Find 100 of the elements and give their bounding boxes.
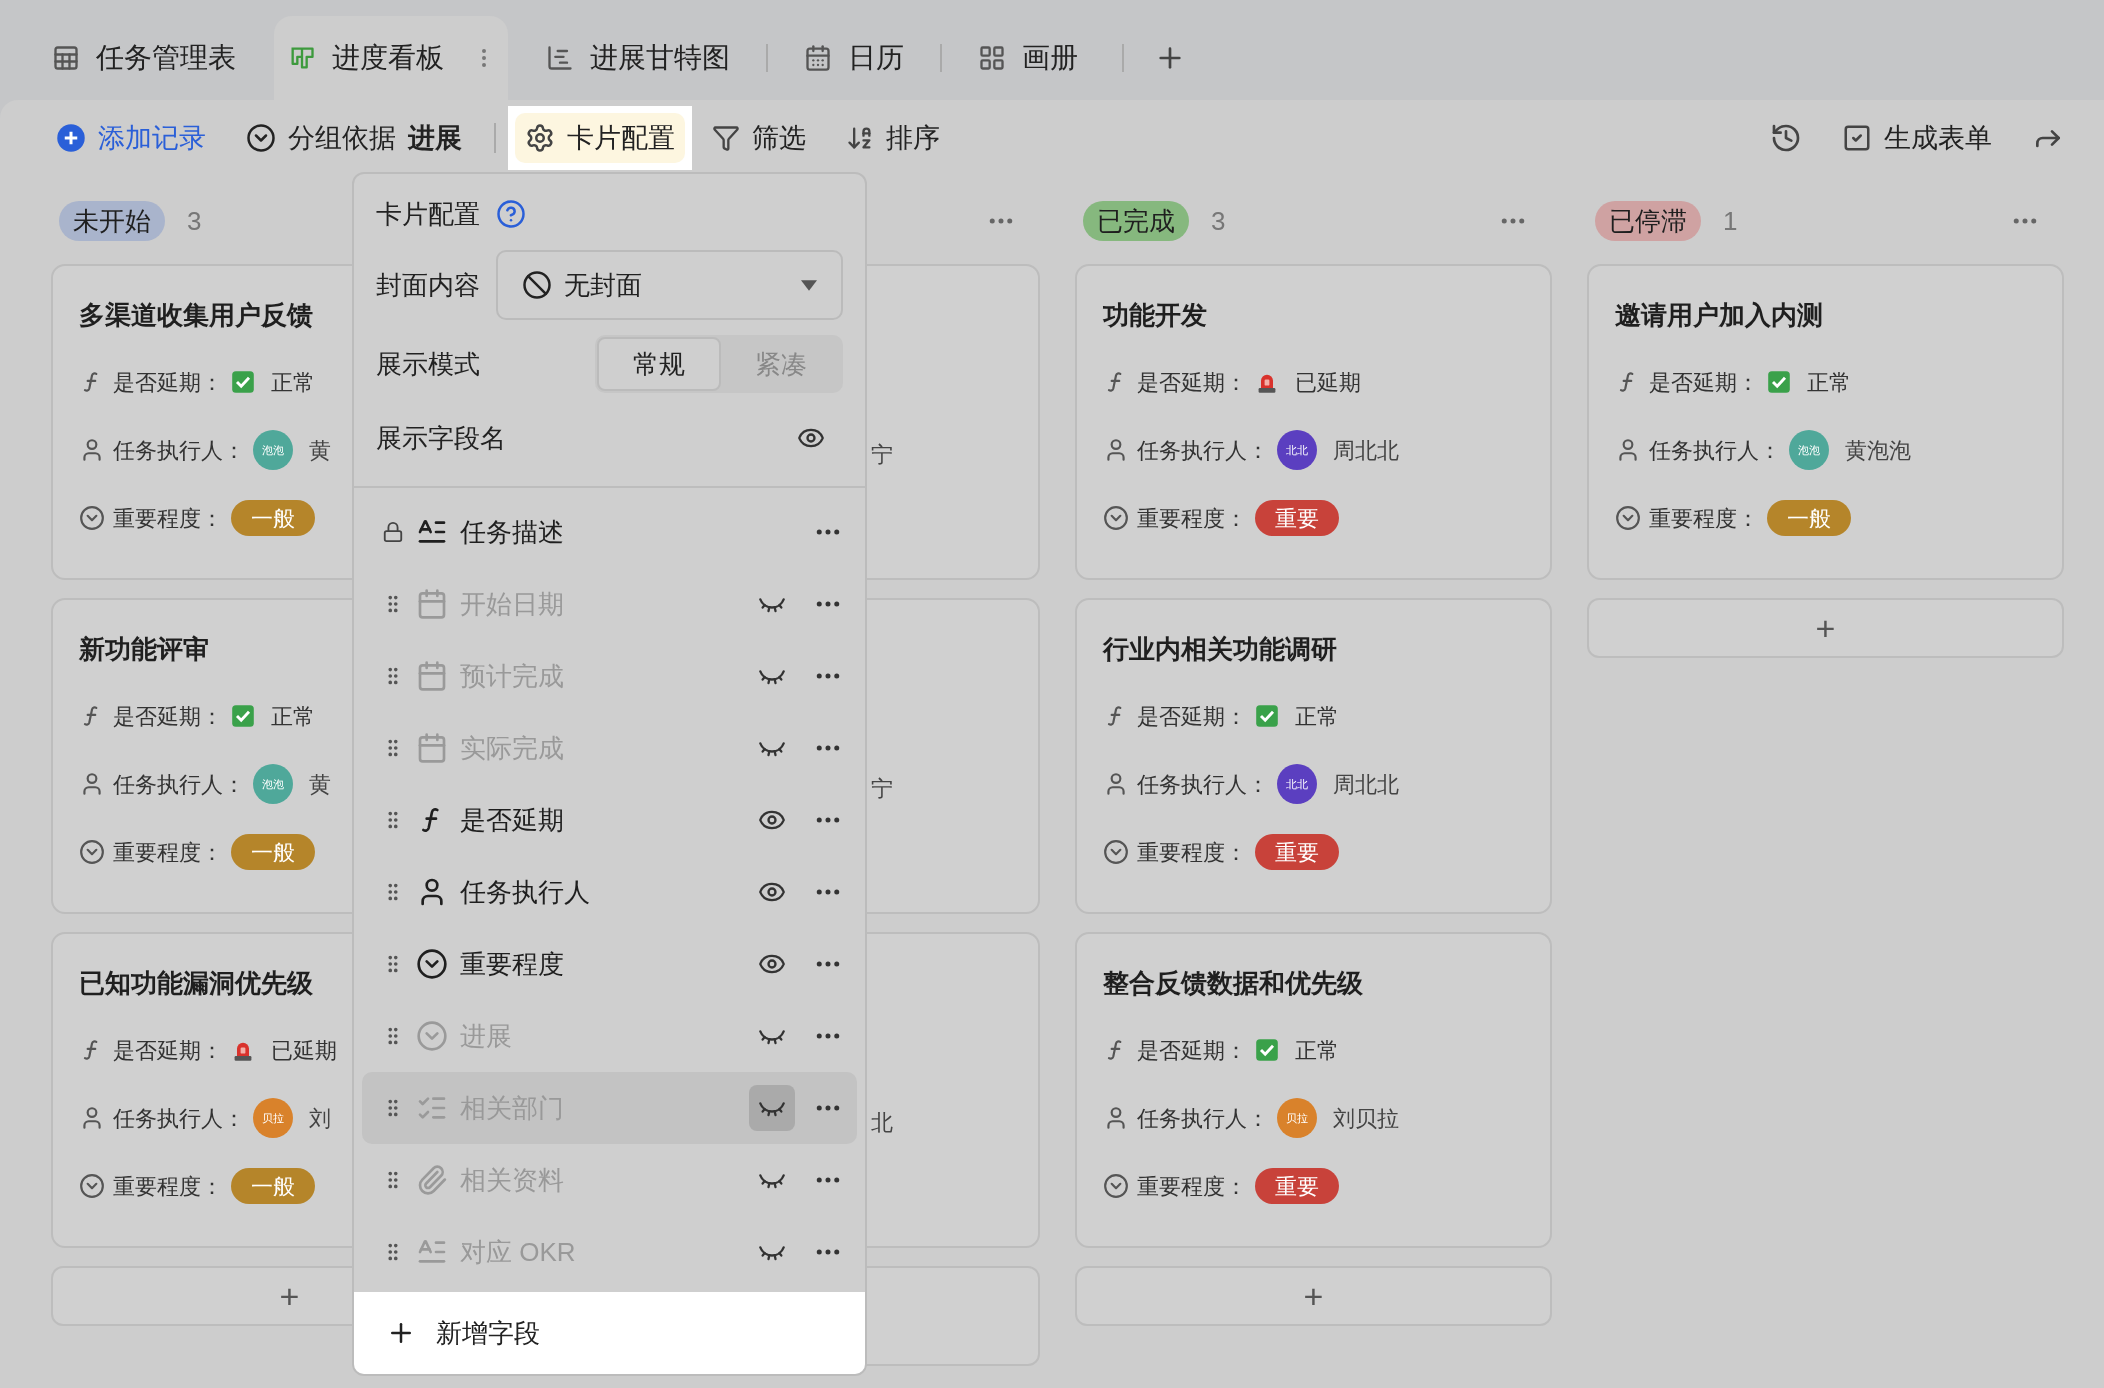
field-label: 任务执行人： xyxy=(1137,770,1269,799)
avatar: 贝拉 xyxy=(253,1098,293,1138)
calendar-icon xyxy=(416,660,448,692)
avatar: 泡泡 xyxy=(1789,430,1829,470)
generate-form-button[interactable]: 生成表单 xyxy=(1842,117,1992,159)
form-icon xyxy=(1842,123,1872,153)
add-record-button[interactable]: 添加记录 xyxy=(56,117,206,159)
field-value: 已延期 xyxy=(271,1036,337,1065)
dropdown-circle-icon xyxy=(1103,839,1129,865)
field-value: 正常 xyxy=(1295,702,1339,731)
card[interactable]: 邀请用户加入内测 是否延期： 正常 任务执行人： 泡泡 黄泡泡 重要程度： 一般 xyxy=(1587,264,2064,580)
calendar-icon xyxy=(416,588,448,620)
field-label: 是否延期： xyxy=(1649,368,1759,397)
card-count: 1 xyxy=(1723,204,1738,238)
add-card-button[interactable]: + xyxy=(1075,1266,1552,1326)
assignee-name: 刘贝拉 xyxy=(1333,1104,1399,1133)
field-label: 重要程度： xyxy=(113,838,223,867)
view-tab[interactable]: 进展甘特图 xyxy=(532,16,744,100)
panel-title: 卡片配置 xyxy=(376,197,480,231)
card[interactable]: 行业内相关功能调研 是否延期： 正常 任务执行人： 北北 周北北 重要程度： 重要 xyxy=(1075,598,1552,914)
importance-tag: 一般 xyxy=(1767,500,1851,536)
card-title: 多渠道收集用户反馈 xyxy=(79,299,313,332)
field-value: 正常 xyxy=(271,702,315,731)
assignee-name: 北 xyxy=(871,1109,893,1137)
field-label: 重要程度： xyxy=(1137,504,1247,533)
calendar-icon xyxy=(804,44,832,72)
no-entry-icon xyxy=(522,270,552,300)
field-value: 已延期 xyxy=(1295,368,1361,397)
field-label: 封面内容 xyxy=(376,268,480,302)
field-label: 是否延期： xyxy=(1137,702,1247,731)
importance-tag: 重要 xyxy=(1255,1168,1339,1204)
card-title: 行业内相关功能调研 xyxy=(1103,633,1337,666)
assignee-name: 宁 xyxy=(871,775,893,803)
assignee-name: 黄 xyxy=(309,436,331,465)
status-tag: 已停滞 xyxy=(1595,201,1701,241)
card[interactable]: 功能开发 是否延期： 已延期 任务执行人： 北北 周北北 重要程度： 重要 xyxy=(1075,264,1552,580)
field-label: 是否延期： xyxy=(113,702,223,731)
importance-tag: 一般 xyxy=(231,834,315,870)
view-tab[interactable]: 任务管理表 xyxy=(38,16,250,100)
view-tab[interactable]: 日历 xyxy=(790,16,918,100)
cover-select[interactable]: 无封面 xyxy=(496,250,843,320)
dropdown-circle-icon xyxy=(416,948,448,980)
gantt-icon xyxy=(546,44,574,72)
card-title: 功能开发 xyxy=(1103,299,1207,332)
visibility-toggle[interactable] xyxy=(749,1085,795,1131)
field-label: 重要程度： xyxy=(1649,504,1759,533)
add-card-button[interactable]: + xyxy=(1587,598,2064,658)
importance-tag: 一般 xyxy=(231,500,315,536)
card-title: 已知功能漏洞优先级 xyxy=(79,967,313,1000)
card-settings-button[interactable]: 卡片配置 xyxy=(515,113,685,163)
table-icon xyxy=(52,44,80,72)
field-label: 重要程度： xyxy=(113,504,223,533)
field-label: 任务执行人： xyxy=(113,436,245,465)
dropdown-circle-icon xyxy=(1103,1173,1129,1199)
assignee-name: 周北北 xyxy=(1333,770,1399,799)
help-icon[interactable] xyxy=(496,199,526,229)
field-label: 是否延期： xyxy=(113,1036,223,1065)
avatar: 北北 xyxy=(1277,430,1317,470)
group-by-button[interactable]: 分组依据 进展 xyxy=(246,117,462,159)
assignee-name: 宁 xyxy=(871,441,893,469)
field-label: 重要程度： xyxy=(1137,1172,1247,1201)
dropdown-circle-icon xyxy=(1103,505,1129,531)
dropdown-circle-icon xyxy=(79,505,105,531)
field-label: 任务执行人： xyxy=(1137,1104,1269,1133)
filter-button[interactable]: 筛选 xyxy=(712,117,806,159)
importance-tag: 重要 xyxy=(1255,834,1339,870)
sort-button[interactable]: 排序 xyxy=(846,117,940,159)
calendar-icon xyxy=(416,732,448,764)
status-tag: 已完成 xyxy=(1083,201,1189,241)
dropdown-circle-icon xyxy=(79,839,105,865)
add-field-button[interactable]: 新增字段 xyxy=(354,1292,865,1374)
view-tab[interactable]: 进度看板 xyxy=(274,16,508,100)
card-count: 3 xyxy=(1211,204,1226,238)
plus-circle-icon xyxy=(56,123,86,153)
dropdown-circle-icon xyxy=(246,123,276,153)
history-icon[interactable] xyxy=(1770,122,1802,154)
field-label: 展示字段名 xyxy=(376,421,507,455)
avatar: 北北 xyxy=(1277,764,1317,804)
card[interactable]: 整合反馈数据和优先级 是否延期： 正常 任务执行人： 贝拉 刘贝拉 重要程度： 重要 xyxy=(1075,932,1552,1248)
importance-tag: 重要 xyxy=(1255,500,1339,536)
card-title: 整合反馈数据和优先级 xyxy=(1103,967,1363,1000)
dropdown-circle-icon xyxy=(79,1173,105,1199)
field-label: 重要程度： xyxy=(1137,838,1247,867)
card-count: 3 xyxy=(187,204,202,238)
assignee-name: 周北北 xyxy=(1333,436,1399,465)
assignee-name: 黄 xyxy=(309,770,331,799)
settings-icon xyxy=(525,123,555,153)
dropdown-circle-icon xyxy=(1615,505,1641,531)
card-title: 邀请用户加入内测 xyxy=(1615,299,1823,332)
card-title: 新功能评审 xyxy=(79,633,209,666)
dropdown-circle-icon xyxy=(416,1020,448,1052)
field-label: 任务执行人： xyxy=(1137,436,1269,465)
avatar: 泡泡 xyxy=(253,764,293,804)
view-tab[interactable]: 画册 xyxy=(964,16,1092,100)
mode-option[interactable]: 常规 xyxy=(597,337,721,391)
field-label: 是否延期： xyxy=(1137,1036,1247,1065)
assignee-name: 黄泡泡 xyxy=(1845,436,1911,465)
avatar: 泡泡 xyxy=(253,430,293,470)
status-tag: 未开始 xyxy=(59,201,165,241)
field-label: 任务执行人： xyxy=(113,1104,245,1133)
